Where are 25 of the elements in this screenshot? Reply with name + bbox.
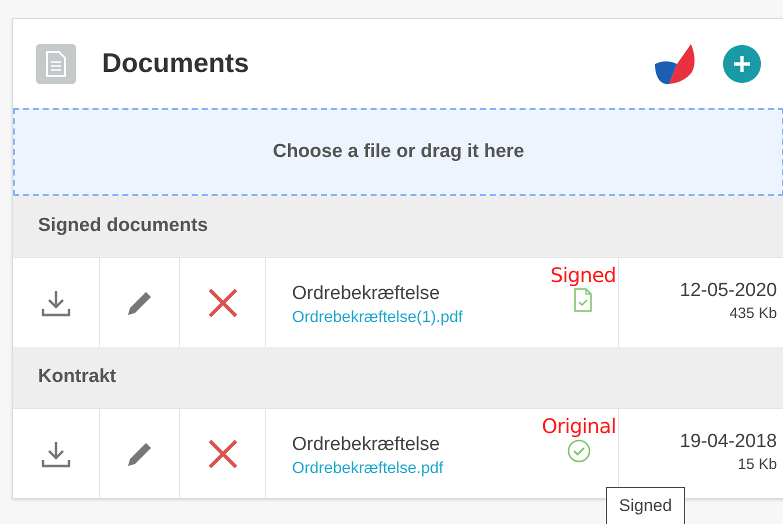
signed-file-icon <box>574 288 592 312</box>
close-icon <box>206 286 238 318</box>
tooltip: Signed <box>606 487 685 524</box>
check-circle-icon <box>566 439 591 463</box>
document-name: Ordrebekræftelse <box>292 432 441 456</box>
status-label: Signed <box>550 264 616 286</box>
logo-icon <box>653 42 697 86</box>
file-dropzone[interactable]: Choose a file or drag it here <box>13 108 783 196</box>
plus-icon <box>732 54 752 74</box>
download-icon <box>41 440 71 468</box>
status-label: Original <box>542 415 616 437</box>
section-title: Signed documents <box>38 214 208 238</box>
section-title: Kontrakt <box>38 365 116 390</box>
file-link[interactable]: Ordrebekræftelse(1).pdf <box>292 306 550 328</box>
close-icon <box>206 438 238 470</box>
download-icon <box>41 288 71 316</box>
card-title: Documents <box>102 47 250 80</box>
add-button[interactable] <box>723 44 761 82</box>
file-size: 15 Kb <box>738 454 777 474</box>
file-size: 435 Kb <box>729 304 777 324</box>
document-icon <box>36 44 76 84</box>
file-link[interactable]: Ordrebekræftelse.pdf <box>292 458 542 480</box>
document-date: 12-05-2020 <box>680 278 777 302</box>
document-name: Ordrebekræftelse <box>292 282 441 306</box>
document-date: 19-04-2018 <box>680 430 777 454</box>
